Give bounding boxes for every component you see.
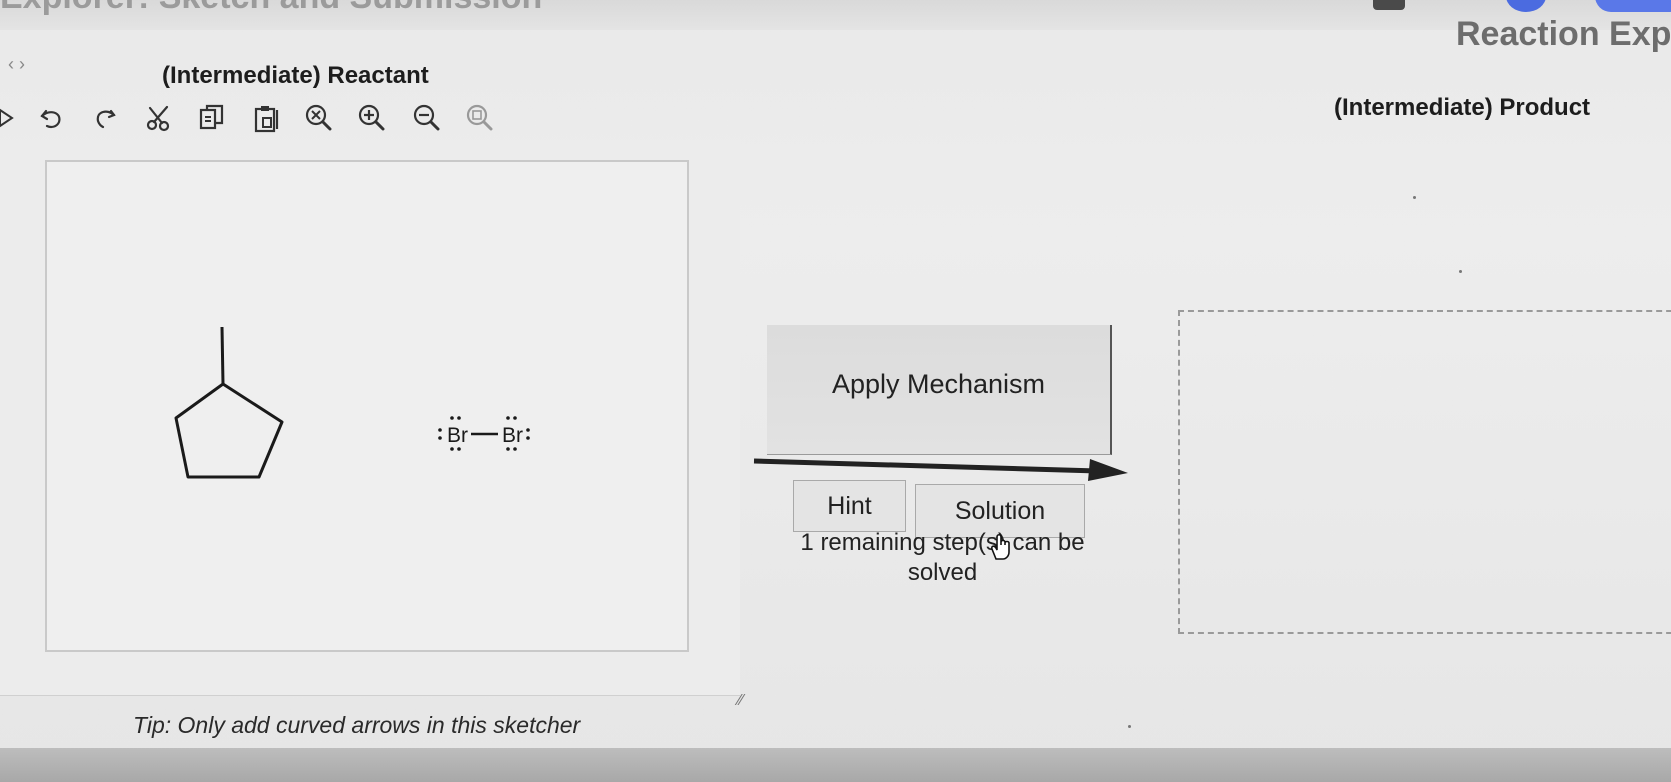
zoom-fit-icon[interactable] (463, 100, 497, 136)
top-header-strip: Explorer: Sketch and Submission (0, 0, 1671, 30)
methylcyclopentane-structure[interactable] (174, 326, 284, 479)
header-next-button[interactable] (1595, 0, 1671, 12)
zoom-in-icon[interactable] (355, 100, 389, 136)
reaction-arrow-icon (753, 458, 1128, 481)
redo-icon[interactable] (88, 100, 122, 136)
resize-grip-icon[interactable]: ⁄⁄ (738, 692, 743, 710)
back-chevron-icon[interactable]: ‹ › (8, 54, 25, 75)
zoom-reset-icon[interactable] (302, 100, 336, 136)
sketcher-canvas[interactable]: Br Br (45, 160, 689, 652)
screen-speck (1459, 270, 1462, 273)
sketcher-tip: Tip: Only add curved arrows in this sket… (133, 712, 581, 738)
sketcher-toolbar (0, 100, 520, 140)
bottom-bar (0, 748, 1671, 782)
bromine-molecule[interactable]: Br Br (438, 416, 530, 451)
paste-icon[interactable] (250, 100, 284, 136)
reactant-title: (Intermediate) Reactant (162, 62, 429, 89)
cut-icon[interactable] (142, 100, 176, 136)
header-blue-button[interactable] (1506, 0, 1546, 12)
hint-button[interactable]: Hint (793, 480, 906, 532)
select-arrow-icon[interactable] (0, 100, 24, 136)
apply-mechanism-button[interactable]: Apply Mechanism (767, 325, 1112, 455)
product-title: (Intermediate) Product (1334, 94, 1591, 121)
product-drop-area[interactable] (1178, 310, 1671, 634)
right-bromine-label: Br (502, 424, 523, 447)
screen-speck (1128, 725, 1131, 728)
header-dark-button[interactable] (1373, 0, 1405, 10)
screen-speck (1413, 196, 1416, 199)
zoom-out-icon[interactable] (410, 100, 444, 136)
reaction-explorer-title: Reaction Exp (1456, 15, 1671, 53)
copy-icon[interactable] (195, 100, 229, 136)
page-header-title: Explorer: Sketch and Submission (0, 0, 542, 17)
hand-cursor-icon (991, 533, 1010, 560)
reactant-molecules: Br Br (174, 326, 530, 479)
undo-icon[interactable] (35, 100, 69, 136)
remaining-steps-text: 1 remaining step(s) can be solved (800, 529, 1085, 586)
left-bromine-label: Br (447, 424, 468, 447)
